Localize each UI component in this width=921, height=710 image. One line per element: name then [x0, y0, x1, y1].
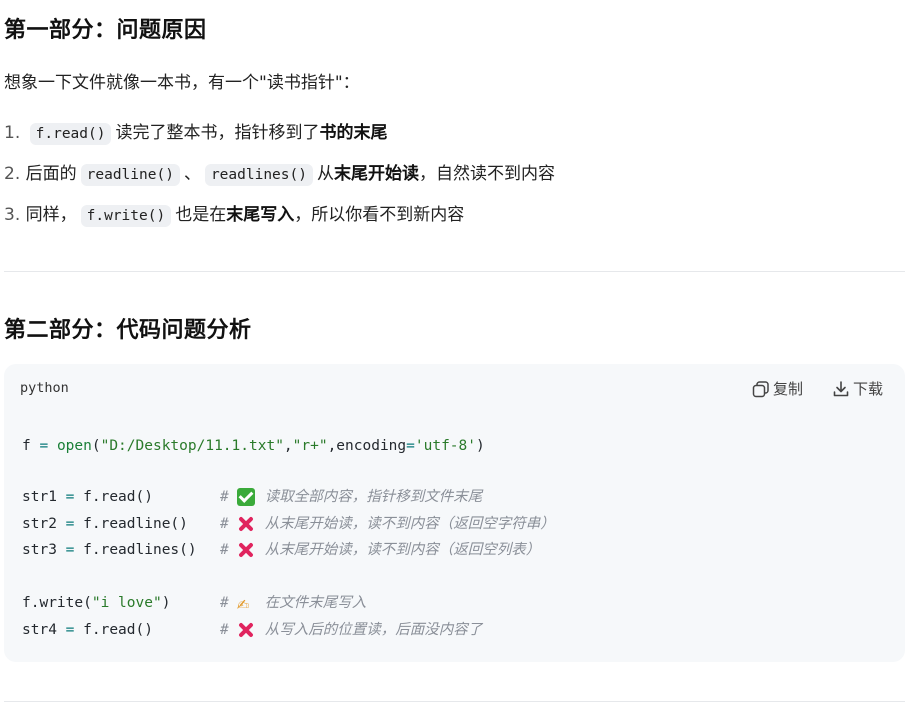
inline-code-readlines: readlines()	[204, 164, 313, 186]
list-separator: 、	[183, 164, 201, 184]
list-text: 也是在	[175, 205, 227, 225]
list-bold-text: 末尾写入	[226, 205, 295, 225]
section1-intro: 想象一下文件就像一本书，有一个"读书指针"：	[4, 73, 360, 93]
list-bold-text: 末尾开始读	[333, 164, 419, 184]
list-bold-text: 书的末尾	[319, 123, 388, 143]
code-comment: # 读取全部内容，指针移到文件末尾	[220, 488, 483, 506]
check-icon	[236, 488, 255, 506]
list-text: ，所以你看不到新内容	[294, 205, 465, 225]
list-item-3: 3. 同样， f.write() 也是在末尾写入，所以你看不到新内容	[4, 202, 464, 228]
list-number: 2.	[4, 164, 21, 184]
code-comment: # 从末尾开始读，读不到内容（返回空字符串）	[220, 515, 555, 533]
code-line-str3: str3 = f.readlines()	[22, 542, 197, 558]
section-divider	[4, 271, 905, 272]
code-comment: # 从写入后的位置读，后面没内容了	[220, 621, 483, 639]
code-line-open: f = open("D:/Desktop/11.1.txt","r+",enco…	[22, 438, 485, 454]
code-line-str4: str4 = f.read()	[22, 622, 153, 638]
section1-heading: 第一部分：问题原因	[4, 18, 207, 43]
inline-code-read: f.read()	[29, 123, 112, 145]
download-button[interactable]: 下载	[832, 378, 883, 399]
copy-icon	[752, 380, 769, 397]
list-text: 读完了整本书，指针移到了	[115, 123, 320, 143]
download-label: 下载	[853, 380, 884, 398]
list-number: 1.	[4, 123, 21, 143]
list-number: 3.	[4, 205, 21, 225]
section-divider	[4, 701, 905, 702]
list-item-1: 1. f.read() 读完了整本书，指针移到了书的末尾	[4, 120, 387, 146]
list-text: ，自然读不到内容	[418, 164, 555, 184]
code-line-str1: str1 = f.read()	[22, 489, 153, 505]
code-comment: # 从末尾开始读，读不到内容（返回空列表）	[220, 541, 541, 559]
code-comment: # ✍ 在文件末尾写入	[220, 595, 367, 614]
copy-label: 复制	[773, 380, 804, 398]
code-line-write: f.write("i love")	[22, 595, 171, 611]
copy-button[interactable]: 复制	[752, 378, 803, 399]
cross-icon	[237, 621, 255, 639]
writing-hand-icon: ✍	[236, 596, 250, 614]
list-text: 从	[316, 164, 334, 184]
code-language-label: python	[20, 380, 69, 396]
code-block: python 复制 下载 f = open("D:/Desktop/11.1.t…	[4, 364, 905, 662]
inline-code-write: f.write()	[80, 205, 172, 227]
inline-code-readline: readline()	[80, 164, 180, 186]
list-text: 同样，	[25, 205, 77, 225]
cross-icon	[237, 515, 255, 533]
cross-icon	[237, 541, 255, 559]
list-text: 后面的	[25, 164, 77, 184]
download-icon	[833, 380, 849, 396]
section2-heading: 第二部分：代码问题分析	[4, 318, 252, 343]
list-item-2: 2. 后面的 readline()、 readlines() 从末尾开始读，自然读不到…	[4, 161, 555, 187]
code-line-str2: str2 = f.readline()	[22, 516, 188, 532]
